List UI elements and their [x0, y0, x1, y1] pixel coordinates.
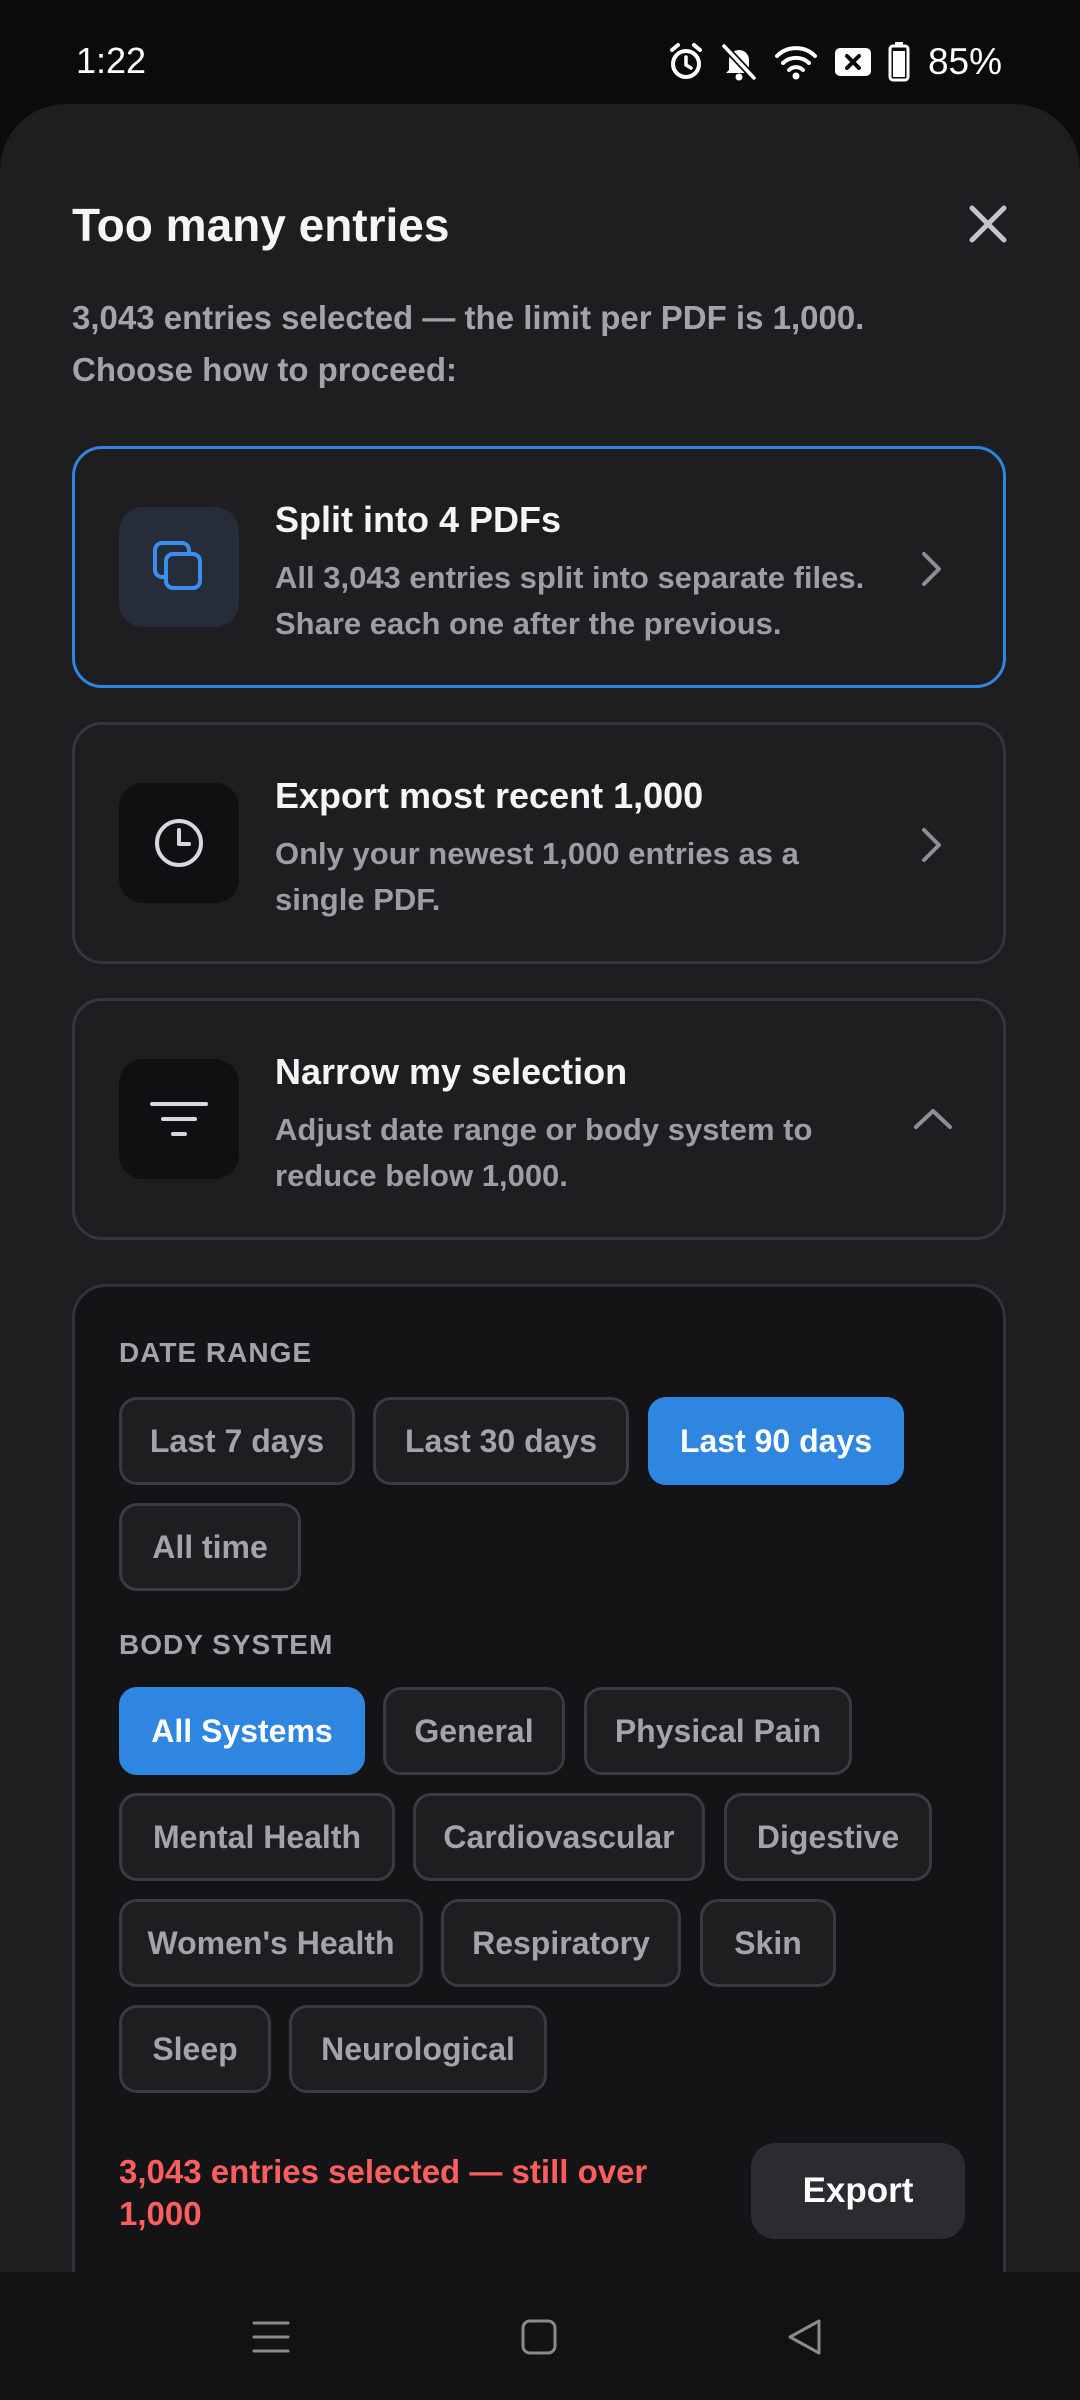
chip-last-90-days[interactable]: Last 90 days: [648, 1397, 904, 1485]
bell-muted-icon: [720, 42, 758, 82]
option-description: All 3,043 entries split into separate fi…: [275, 560, 865, 641]
battery-icon: [888, 42, 910, 82]
filter-lines-icon: [119, 1059, 239, 1179]
option-title: Narrow my selection: [275, 1051, 628, 1092]
option-narrow-selection[interactable]: Narrow my selection Adjust date range or…: [72, 998, 1006, 1240]
chip-general[interactable]: General: [383, 1687, 565, 1775]
chip-last-30-days[interactable]: Last 30 days: [373, 1397, 629, 1485]
selection-warning: 3,043 entries selected — still over 1,00…: [119, 2153, 648, 2232]
export-options-sheet: Too many entries 3,043 entries selected …: [0, 104, 1080, 2384]
chip-all-time[interactable]: All time: [119, 1503, 301, 1591]
dialog-title: Too many entries: [72, 199, 450, 251]
option-split-pdfs[interactable]: Split into 4 PDFs All 3,043 entries spli…: [72, 446, 1006, 688]
back-button[interactable]: [782, 2314, 828, 2360]
back-triangle-icon[interactable]: [785, 2317, 825, 2357]
status-icons: 85%: [668, 38, 1002, 86]
status-time: 1:22: [76, 40, 147, 81]
chip-sleep[interactable]: Sleep: [119, 2005, 271, 2093]
option-description: Only your newest 1,000 entries as a sing…: [275, 836, 799, 917]
chevron-right-icon: [922, 828, 941, 862]
option-description: Adjust date range or body system to redu…: [275, 1112, 813, 1193]
navigation-bar: [0, 2272, 1080, 2400]
data-off-icon: [834, 46, 872, 78]
chevron-right-icon: [922, 552, 941, 586]
home-square-icon[interactable]: [520, 2318, 558, 2356]
chip-cardiovascular[interactable]: Cardiovascular: [413, 1793, 705, 1881]
chip-physical-pain[interactable]: Physical Pain: [584, 1687, 852, 1775]
home-button[interactable]: [516, 2314, 562, 2360]
chip-all-systems[interactable]: All Systems: [119, 1687, 365, 1775]
recents-button[interactable]: [248, 2314, 294, 2360]
chip-skin[interactable]: Skin: [700, 1899, 836, 1987]
chip-mental-health[interactable]: Mental Health: [119, 1793, 395, 1881]
option-title: Export most recent 1,000: [275, 775, 704, 816]
menu-lines-icon[interactable]: [251, 2317, 291, 2357]
status-bar: 1:22 85%: [0, 0, 1080, 110]
date-range-label: DATE RANGE: [119, 1337, 313, 1368]
chip-neurological[interactable]: Neurological: [289, 2005, 547, 2093]
battery-percent: 85%: [927, 41, 1002, 82]
copy-stack-icon: [119, 507, 239, 627]
chip-digestive[interactable]: Digestive: [724, 1793, 932, 1881]
close-button[interactable]: [958, 194, 1018, 254]
wifi-icon: [774, 43, 818, 81]
close-icon[interactable]: [968, 204, 1008, 244]
export-button[interactable]: Export: [751, 2143, 965, 2239]
chevron-up-icon: [914, 1109, 952, 1129]
option-title: Split into 4 PDFs: [275, 499, 562, 540]
chip-womens-health[interactable]: Women's Health: [119, 1899, 423, 1987]
clock-icon: [119, 783, 239, 903]
chip-respiratory[interactable]: Respiratory: [441, 1899, 681, 1987]
option-export-recent[interactable]: Export most recent 1,000 Only your newes…: [72, 722, 1006, 964]
body-system-label: BODY SYSTEM: [119, 1629, 334, 1660]
narrow-selection-panel: DATE RANGE Last 7 days Last 30 days Last…: [72, 1284, 1006, 2384]
chip-last-7-days[interactable]: Last 7 days: [119, 1397, 355, 1485]
alarm-icon: [668, 42, 704, 82]
dialog-subtitle: 3,043 entries selected — the limit per P…: [72, 299, 865, 388]
